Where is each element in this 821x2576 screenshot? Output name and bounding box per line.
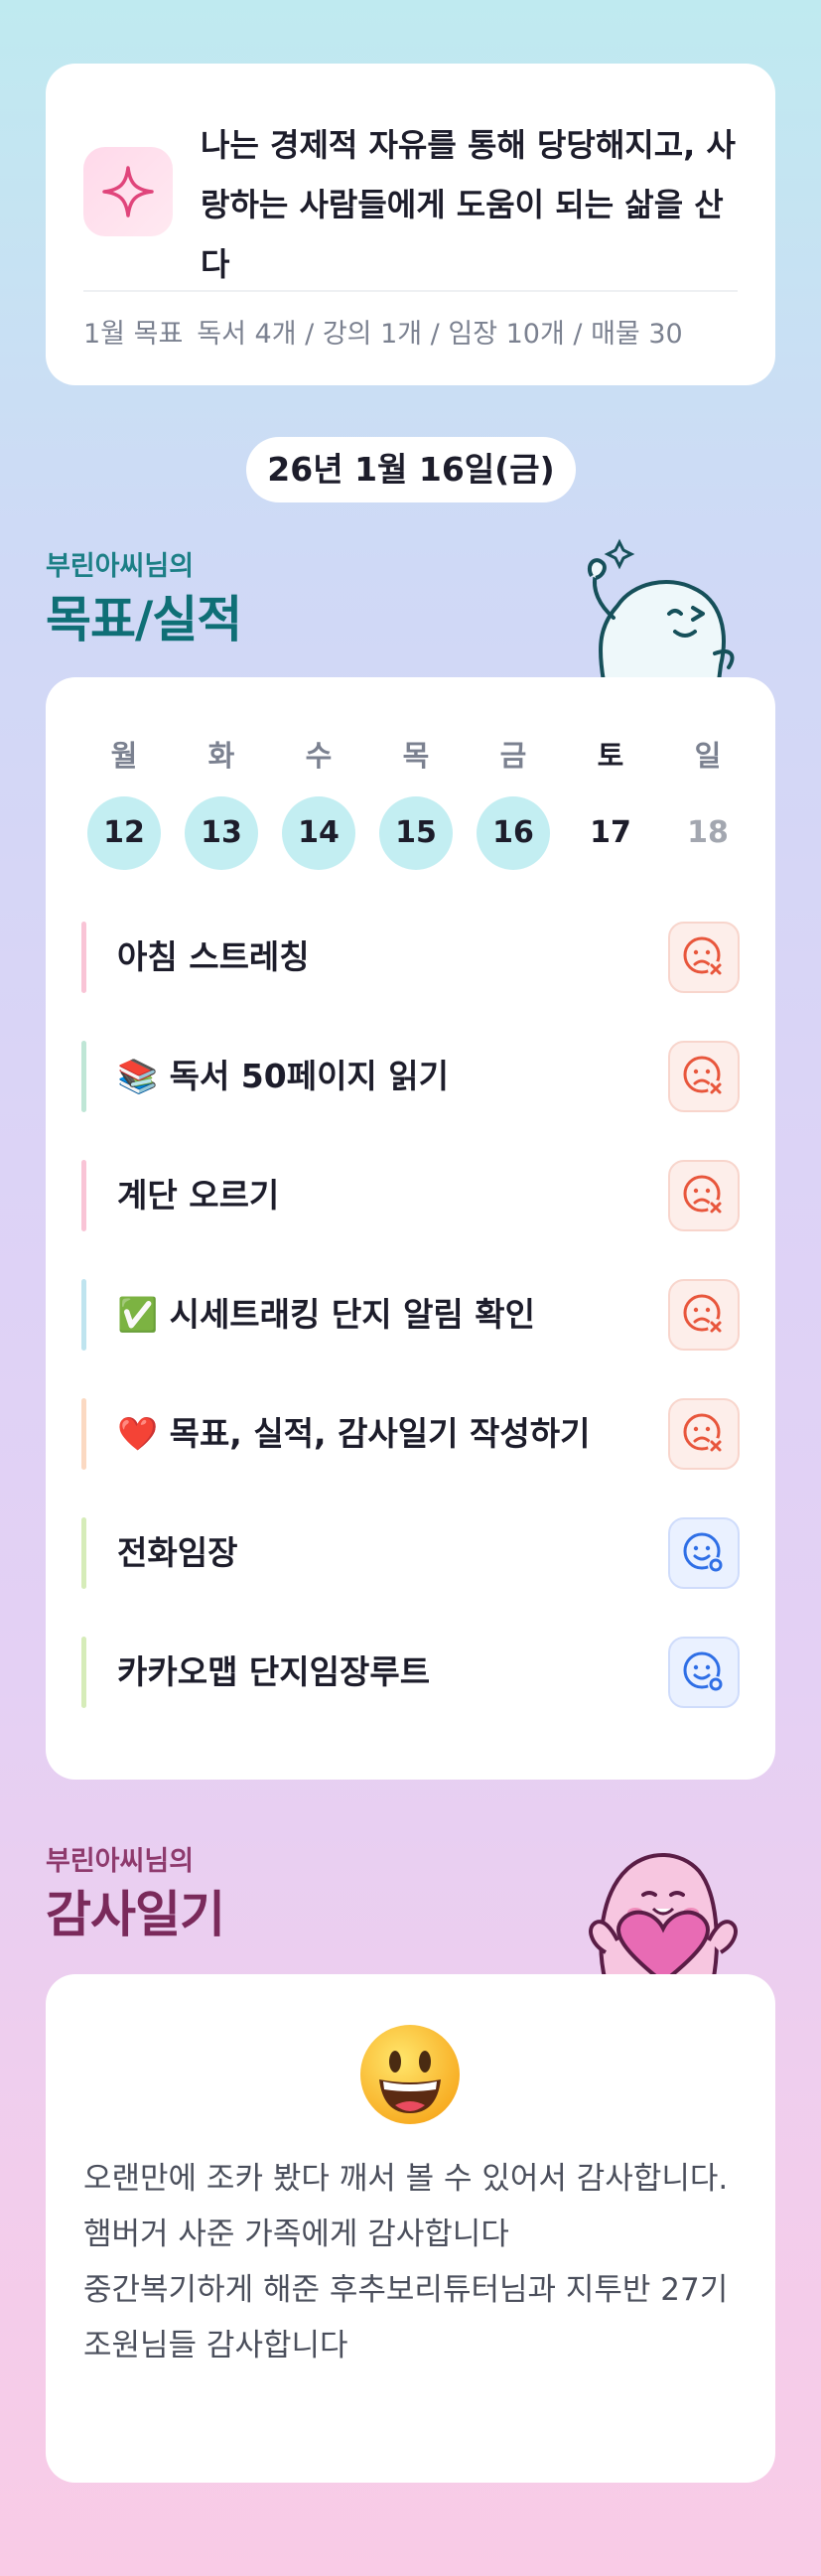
date-pill[interactable]: 26년 1월 16일(금) <box>246 437 576 502</box>
task-label: 카카오맵 단지임장루트 <box>117 1652 431 1691</box>
monthly-goal-row: 1월 목표 독서 4개 / 강의 1개 / 임장 10개 / 매물 30 <box>83 312 775 358</box>
smile-face-check-icon[interactable] <box>668 1637 740 1708</box>
weekday-label: 월 <box>110 739 138 773</box>
task-label: 계단 오르기 <box>117 1176 280 1215</box>
ghost-mascot-icon <box>587 538 735 681</box>
sad-face-x-icon[interactable] <box>668 1041 740 1112</box>
task-color-bar <box>81 1041 86 1112</box>
motto-text: 나는 경제적 자유를 통해 당당해지고, 사랑하는 사람들에게 도움이 되는 삶… <box>201 126 736 283</box>
weekday-label: 화 <box>207 739 235 773</box>
task-item[interactable]: 카카오맵 단지임장루트 <box>81 1633 740 1712</box>
weekday-label: 토 <box>597 739 624 773</box>
smile-face-check-icon[interactable] <box>668 1517 740 1589</box>
task-label: 전화임장 <box>117 1533 238 1572</box>
weekday-label: 일 <box>694 739 722 773</box>
sparkle-icon <box>83 147 173 236</box>
task-label: 아침 스트레칭 <box>117 937 310 976</box>
thanks-title: 감사일기 <box>46 1886 225 1943</box>
gratitude-line: 오랜만에 조카 봤다 깨서 볼 수 있어서 감사합니다. <box>83 2161 729 2197</box>
grinning-face-icon <box>360 2025 460 2124</box>
weekday-label: 수 <box>305 739 333 773</box>
task-label: 📚 독서 50페이지 읽기 <box>117 1057 449 1095</box>
divider <box>83 290 738 292</box>
task-item[interactable]: 아침 스트레칭 <box>81 918 740 997</box>
calendar-day[interactable]: 15 <box>379 796 453 870</box>
calendar-day-selected[interactable]: 16 <box>477 796 550 870</box>
sad-face-x-icon[interactable] <box>668 1279 740 1351</box>
task-item[interactable]: 전화임장 <box>81 1513 740 1593</box>
calendar-day[interactable]: 14 <box>282 796 355 870</box>
task-item[interactable]: ✅ 시세트래킹 단지 알림 확인 <box>81 1275 740 1355</box>
goal-label: 1월 목표 <box>83 319 184 350</box>
sad-face-x-icon[interactable] <box>668 1398 740 1470</box>
task-item[interactable]: 📚 독서 50페이지 읽기 <box>81 1037 740 1116</box>
weekday-label: 금 <box>499 739 527 773</box>
task-item[interactable]: ❤️ 목표, 실적, 감사일기 작성하기 <box>81 1394 740 1474</box>
sad-face-x-icon[interactable] <box>668 1160 740 1231</box>
calendar-day[interactable]: 18 <box>671 796 745 870</box>
heart-mascot-icon <box>589 1853 738 1982</box>
motto-card[interactable]: 나는 경제적 자유를 통해 당당해지고, 사랑하는 사람들에게 도움이 되는 삶… <box>46 64 775 385</box>
task-color-bar <box>81 1279 86 1351</box>
goal-items: 독서 4개 / 강의 1개 / 임장 10개 / 매물 30 <box>197 319 683 350</box>
goals-card: 월 화 수 목 금 토 일 12 13 14 15 16 17 18 아침 스트… <box>46 677 775 1780</box>
weekday-label: 목 <box>402 739 430 773</box>
goals-subtitle: 부린아씨님의 <box>46 551 195 582</box>
task-label: ❤️ 목표, 실적, 감사일기 작성하기 <box>117 1414 591 1453</box>
task-color-bar <box>81 922 86 993</box>
task-color-bar <box>81 1517 86 1589</box>
task-color-bar <box>81 1637 86 1708</box>
gratitude-line: 중간복기하게 해준 후추보리튜터님과 지투반 27기 조원님들 감사합니다 <box>83 2272 729 2363</box>
gratitude-text: 오랜만에 조카 봤다 깨서 볼 수 있어서 감사합니다. 햄버거 사준 가족에게… <box>83 2151 746 2373</box>
calendar-day[interactable]: 12 <box>87 796 161 870</box>
task-color-bar <box>81 1398 86 1470</box>
sad-face-x-icon[interactable] <box>668 922 740 993</box>
calendar-day[interactable]: 13 <box>185 796 258 870</box>
task-color-bar <box>81 1160 86 1231</box>
gratitude-line: 햄버거 사준 가족에게 감사합니다 <box>83 2217 509 2252</box>
task-label: ✅ 시세트래킹 단지 알림 확인 <box>117 1295 536 1334</box>
task-item[interactable]: 계단 오르기 <box>81 1156 740 1235</box>
thanks-subtitle: 부린아씨님의 <box>46 1846 195 1877</box>
calendar-day[interactable]: 17 <box>574 796 647 870</box>
gratitude-card: 오랜만에 조카 봤다 깨서 볼 수 있어서 감사합니다. 햄버거 사준 가족에게… <box>46 1974 775 2483</box>
goals-title: 목표/실적 <box>46 591 242 648</box>
